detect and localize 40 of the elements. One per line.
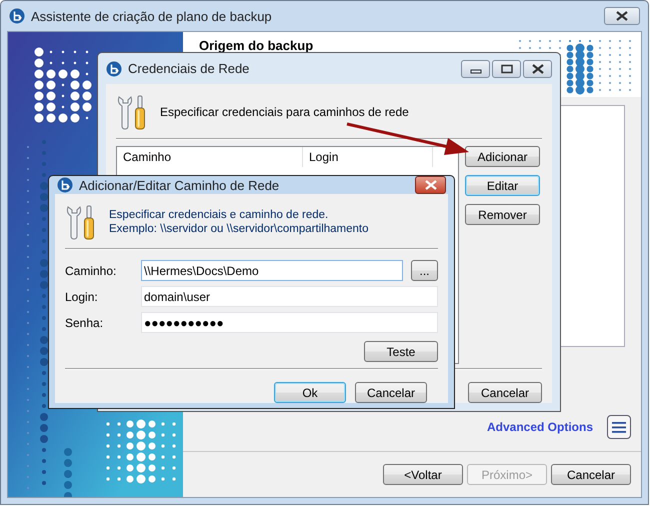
input-field[interactable]: \\Hermes\Docs\Demo bbox=[141, 260, 403, 281]
menu-icon bbox=[612, 421, 626, 433]
window-title: Assistente de criação de plano de backup bbox=[31, 8, 272, 24]
close-button[interactable] bbox=[415, 176, 446, 194]
side-button[interactable]: Remover bbox=[465, 204, 540, 225]
description-text: Especificar credenciais e caminho de rede. bbox=[109, 208, 330, 222]
wizard-button[interactable]: <Voltar bbox=[383, 464, 463, 485]
cancel-button[interactable]: Cancelar bbox=[468, 382, 542, 403]
tools-icon bbox=[65, 204, 97, 240]
window-title: Adicionar/Editar Caminho de Rede bbox=[79, 178, 280, 192]
dialog-button[interactable]: Ok bbox=[274, 382, 346, 403]
close-button[interactable] bbox=[523, 60, 552, 78]
description-text: Exemplo: \\servidor ou \\servidor\compartilhamento bbox=[109, 222, 368, 236]
field-label: Caminho: bbox=[65, 264, 118, 278]
dialog-button[interactable]: Cancelar bbox=[355, 382, 427, 403]
field-label: Senha: bbox=[65, 316, 104, 330]
app-logo-icon bbox=[9, 8, 25, 24]
minimize-button[interactable] bbox=[461, 60, 490, 78]
advanced-options-link[interactable]: Advanced Options bbox=[486, 420, 593, 434]
restore-button[interactable] bbox=[492, 60, 521, 78]
app-logo-icon bbox=[57, 177, 73, 193]
close-icon bbox=[530, 64, 546, 74]
side-button[interactable]: Adicionar bbox=[465, 146, 540, 167]
input-field[interactable]: domain\user bbox=[141, 286, 438, 307]
test-button[interactable]: Teste bbox=[364, 341, 438, 362]
tools-icon bbox=[116, 94, 148, 130]
page-title: Origem do backup bbox=[199, 38, 314, 53]
browse-button[interactable]: ... bbox=[411, 260, 438, 281]
menu-button[interactable] bbox=[607, 415, 631, 439]
input-field[interactable]: ●●●●●●●●●●● bbox=[141, 312, 438, 333]
close-icon bbox=[615, 11, 629, 21]
field-label: Login: bbox=[65, 290, 99, 304]
window-title: Credenciais de Rede bbox=[128, 61, 250, 76]
close-button[interactable] bbox=[604, 7, 640, 25]
side-button[interactable]: Editar bbox=[465, 175, 540, 196]
restore-icon bbox=[498, 64, 514, 74]
close-icon bbox=[422, 180, 438, 190]
app-logo-icon bbox=[106, 60, 122, 76]
description-text: Especificar credenciais para caminhos de rede bbox=[160, 105, 409, 119]
wizard-button[interactable]: Cancelar bbox=[551, 464, 631, 485]
